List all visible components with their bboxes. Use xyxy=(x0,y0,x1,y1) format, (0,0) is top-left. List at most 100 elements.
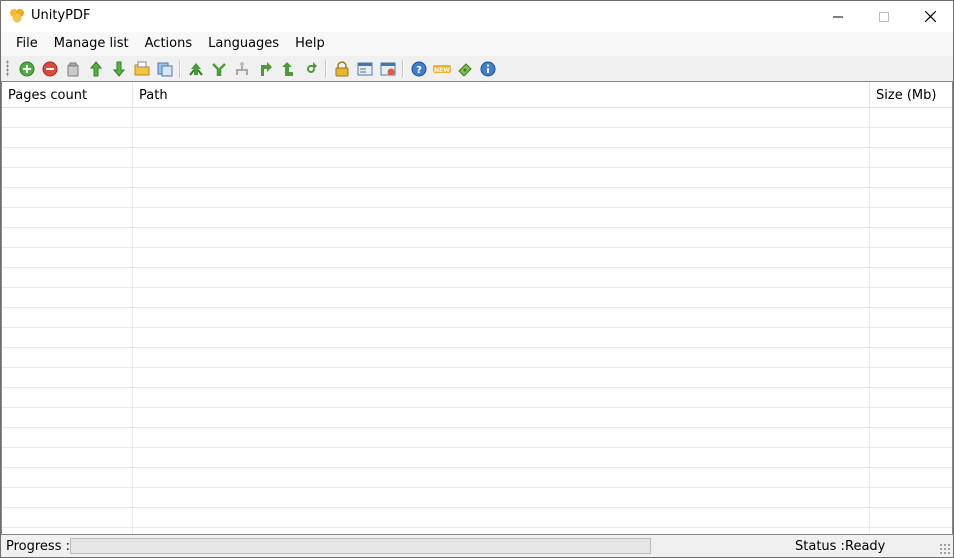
table-cell xyxy=(870,128,952,147)
move-up-button[interactable] xyxy=(84,58,107,80)
properties-icon xyxy=(357,62,372,75)
table-cell xyxy=(870,228,952,247)
add-file-button[interactable] xyxy=(15,58,38,80)
table-cell xyxy=(133,248,870,267)
table-row xyxy=(2,228,952,248)
table-cell xyxy=(2,188,133,207)
table-row xyxy=(2,308,952,328)
table-cell xyxy=(2,348,133,367)
save-list-button[interactable] xyxy=(153,58,176,80)
table-cell xyxy=(2,248,133,267)
table-cell xyxy=(2,508,133,527)
properties-button[interactable] xyxy=(353,58,376,80)
lock-icon xyxy=(335,60,348,76)
table-cell xyxy=(2,448,133,467)
table-cell xyxy=(2,428,133,447)
table-cell xyxy=(2,228,133,247)
close-button[interactable] xyxy=(907,1,953,32)
rotate-back-button[interactable] xyxy=(299,58,322,80)
table-cell xyxy=(870,348,952,367)
table-cell xyxy=(870,488,952,507)
status-value: Ready xyxy=(845,539,886,554)
table-cell xyxy=(133,208,870,227)
clear-list-button[interactable] xyxy=(61,58,84,80)
open-folder-button[interactable] xyxy=(130,58,153,80)
table-cell xyxy=(870,428,952,447)
remove-file-button[interactable] xyxy=(38,58,61,80)
table-cell xyxy=(133,448,870,467)
table-cell xyxy=(870,328,952,347)
list-header: Pages count Path Size (Mb) xyxy=(2,82,952,108)
file-list[interactable]: Pages count Path Size (Mb) xyxy=(1,81,953,535)
menu-actions[interactable]: Actions xyxy=(138,32,202,56)
table-cell xyxy=(133,468,870,487)
lock-button[interactable] xyxy=(330,58,353,80)
table-cell xyxy=(133,268,870,287)
about-button[interactable] xyxy=(476,58,499,80)
table-cell xyxy=(2,488,133,507)
table-row xyxy=(2,488,952,508)
toolbar-grip[interactable] xyxy=(6,60,9,77)
menu-manage-list[interactable]: Manage list xyxy=(47,32,138,56)
resize-grip[interactable] xyxy=(939,543,950,554)
merge-button[interactable] xyxy=(184,58,207,80)
open-folder-icon xyxy=(134,61,149,75)
table-cell xyxy=(133,128,870,147)
rotate-right-icon xyxy=(260,61,272,76)
split-button[interactable] xyxy=(207,58,230,80)
table-cell xyxy=(870,448,952,467)
menu-help[interactable]: Help xyxy=(288,32,334,56)
table-row xyxy=(2,468,952,488)
table-cell xyxy=(870,368,952,387)
table-cell xyxy=(133,148,870,167)
toolbar-separator xyxy=(325,59,327,78)
table-row xyxy=(2,408,952,428)
table-cell xyxy=(2,468,133,487)
table-cell xyxy=(870,268,952,287)
table-cell xyxy=(2,128,133,147)
rotate-up-button[interactable] xyxy=(276,58,299,80)
table-row xyxy=(2,368,952,388)
table-cell xyxy=(133,228,870,247)
table-cell xyxy=(870,468,952,487)
minimize-button[interactable] xyxy=(815,1,861,32)
rotate-up-icon xyxy=(281,61,293,76)
info-icon xyxy=(480,61,495,76)
whats-new-button[interactable]: NEW xyxy=(430,58,453,80)
table-cell xyxy=(870,188,952,207)
table-cell xyxy=(870,308,952,327)
toolbar-separator xyxy=(179,59,181,78)
help-button[interactable]: ? xyxy=(407,58,430,80)
move-up-icon xyxy=(89,60,102,76)
table-row xyxy=(2,288,952,308)
window-title: UnityPDF xyxy=(31,8,91,23)
table-row xyxy=(2,508,952,528)
rotate-back-icon xyxy=(306,61,317,73)
table-cell xyxy=(133,508,870,527)
table-row xyxy=(2,168,952,188)
table-row xyxy=(2,188,952,208)
extract-button[interactable] xyxy=(230,58,253,80)
menu-file[interactable]: File xyxy=(9,32,47,56)
donate-button[interactable] xyxy=(453,58,476,80)
list-rows xyxy=(2,108,952,534)
move-down-button[interactable] xyxy=(107,58,130,80)
table-cell xyxy=(133,488,870,507)
column-header-path[interactable]: Path xyxy=(133,82,870,107)
table-row xyxy=(2,108,952,128)
progress-label: Progress : xyxy=(6,539,70,554)
rotate-right-button[interactable] xyxy=(253,58,276,80)
move-down-icon xyxy=(112,61,125,77)
table-row xyxy=(2,528,952,534)
column-header-size[interactable]: Size (Mb) xyxy=(870,82,952,107)
menu-languages[interactable]: Languages xyxy=(201,32,288,56)
settings-button[interactable] xyxy=(376,58,399,80)
table-cell xyxy=(870,208,952,227)
table-cell xyxy=(2,388,133,407)
column-header-pages-count[interactable]: Pages count xyxy=(2,82,133,107)
table-row xyxy=(2,388,952,408)
app-logo-icon xyxy=(9,8,25,24)
maximize-button[interactable] xyxy=(861,1,907,32)
table-cell xyxy=(870,388,952,407)
table-cell xyxy=(870,108,952,127)
